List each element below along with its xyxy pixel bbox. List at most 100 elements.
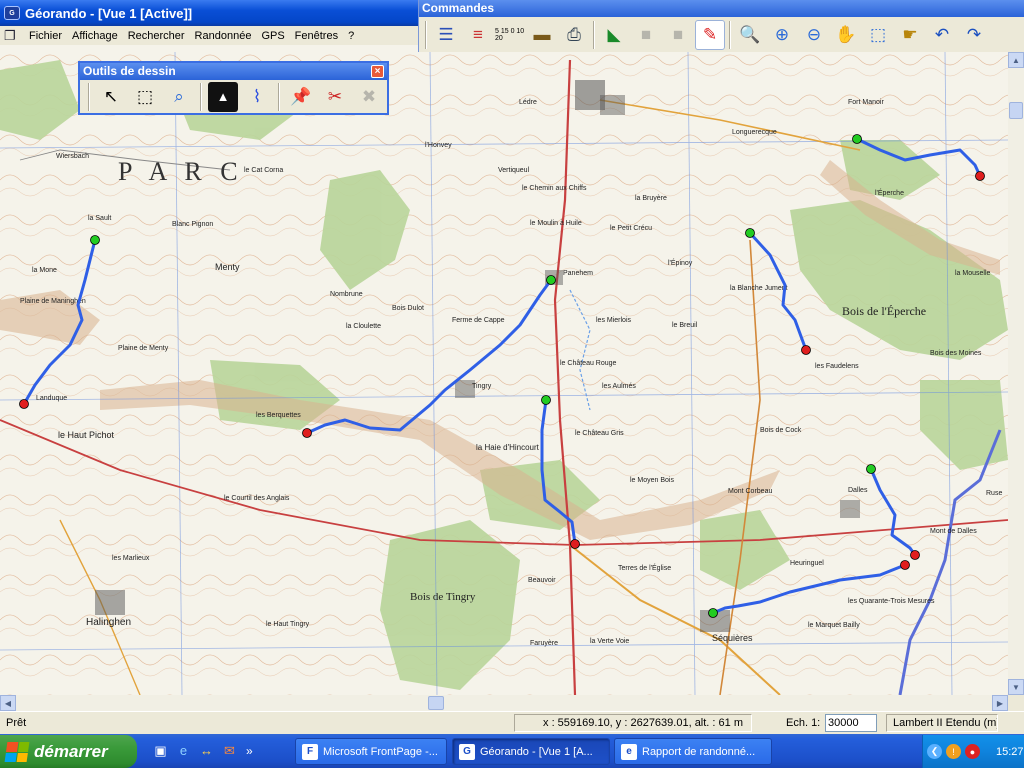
- zoom-window-icon[interactable]: ⬚: [863, 20, 893, 50]
- menu-help[interactable]: ?: [343, 30, 359, 42]
- horizontal-scrollbar[interactable]: ◀ ▶: [0, 695, 1008, 711]
- scroll-up-icon[interactable]: ▲: [1008, 52, 1024, 68]
- task-frontpage[interactable]: F Microsoft FrontPage -...: [295, 738, 447, 765]
- waypoint-end-6: [910, 550, 920, 560]
- label-petit-crecu: le Petit Crécu: [610, 225, 652, 232]
- label-wiersbach: Wiersbach: [56, 153, 89, 160]
- vertical-scroll-thumb[interactable]: [1009, 102, 1023, 119]
- scroll-left-icon[interactable]: ◀: [0, 695, 16, 711]
- grab-hand-icon[interactable]: ☛: [895, 20, 925, 50]
- label-moyen-bois: le Moyen Bois: [630, 477, 674, 484]
- georando-app-icon: G: [4, 6, 20, 20]
- zoom-in-icon[interactable]: ⊕: [767, 20, 797, 50]
- cut-icon[interactable]: ✂: [320, 82, 350, 112]
- map-sheet-2-icon: ■: [672, 25, 684, 44]
- label-vertiqueul: Vertiqueul: [498, 167, 530, 174]
- menu-bar: ❐ Fichier Affichage Rechercher Randonnée…: [0, 26, 418, 45]
- export-map-icon[interactable]: ◣: [599, 20, 629, 50]
- label-le-haut-pichot: le Haut Pichot: [58, 430, 115, 440]
- commandes-titlebar[interactable]: Commandes: [419, 0, 1024, 17]
- scale-input[interactable]: [825, 714, 877, 732]
- start-button[interactable]: démarrer: [0, 735, 137, 768]
- horizontal-scroll-thumb[interactable]: [428, 696, 444, 710]
- label-ruse: Ruse: [986, 490, 1002, 497]
- task-label: Rapport de randonné...: [642, 745, 756, 758]
- waypoint-end-3: [570, 539, 580, 549]
- close-icon[interactable]: ×: [371, 65, 384, 78]
- tray-antivirus-icon[interactable]: ●: [965, 744, 980, 759]
- label-le-haut-tingry: le Haut Tingry: [266, 621, 310, 628]
- taskbar: démarrer ▣ e ↔ ✉ » F Microsoft FrontPage…: [0, 734, 1024, 768]
- label-fort-manoir: Fort Manoir: [848, 99, 884, 106]
- pencil-draw-icon[interactable]: ✎: [695, 19, 725, 50]
- label-parc: P A R C: [118, 157, 244, 186]
- waypoint-start-2: [546, 275, 556, 285]
- scroll-right-icon[interactable]: ▶: [992, 695, 1008, 711]
- menu-fichier[interactable]: Fichier: [24, 30, 67, 42]
- scroll-down-icon[interactable]: ▼: [1008, 679, 1024, 695]
- undo-icon[interactable]: ↶: [927, 20, 957, 50]
- georando-icon: G: [459, 743, 475, 760]
- label-dalles: Dalles: [848, 487, 868, 494]
- menu-affichage[interactable]: Affichage: [67, 30, 123, 42]
- waypoint-start-3: [541, 395, 551, 405]
- route-draw-icon[interactable]: ⌇: [242, 82, 272, 112]
- layers-icon[interactable]: ☰: [431, 20, 461, 50]
- label-menty: Menty: [215, 262, 240, 272]
- menu-gps[interactable]: GPS: [256, 30, 289, 42]
- waypoint-end-7: [900, 560, 910, 570]
- drawing-tools-titlebar[interactable]: Outils de dessin ×: [80, 63, 387, 80]
- scale-icon[interactable]: 5 15 0 10 20: [495, 20, 525, 50]
- chevron-more-icon[interactable]: »: [246, 744, 253, 758]
- legend-icon[interactable]: ≡: [463, 20, 493, 50]
- label-bois-dulot: Bois Dulot: [392, 305, 424, 312]
- select-area-icon[interactable]: ⬚: [130, 82, 160, 112]
- toolbar-separator: [593, 20, 595, 49]
- system-tray: ❮ ! ● 15:27: [922, 735, 1024, 768]
- menu-fenetres[interactable]: Fenêtres: [290, 30, 343, 42]
- profile-icon[interactable]: ▲: [208, 81, 238, 112]
- menu-randonnee[interactable]: Randonnée: [190, 30, 257, 42]
- label-longuerecque: Longuerecque: [732, 129, 777, 136]
- pushpin-icon[interactable]: 📌: [286, 82, 316, 112]
- tray-security-icon[interactable]: !: [946, 744, 961, 759]
- label-terres-eglise: Terres de l'Église: [618, 563, 671, 572]
- document-icon[interactable]: ❐: [4, 28, 22, 43]
- label-moulin-a-huile: le Moulin à Huile: [530, 220, 582, 227]
- select-arrow-icon[interactable]: ↖: [96, 82, 126, 112]
- waypoint-start-7: [708, 608, 718, 618]
- zoom-out-icon[interactable]: ⊖: [799, 20, 829, 50]
- drawing-tools-window: Outils de dessin × ↖ ⬚ ⌕ ▲ ⌇ 📌 ✂ ✖: [78, 61, 389, 115]
- pan-hand-icon[interactable]: ✋: [831, 20, 861, 50]
- label-les-faudelens: les Faudelens: [815, 363, 859, 370]
- tray-expand-icon[interactable]: ❮: [927, 744, 942, 759]
- main-window-titlebar[interactable]: G Géorando - [Vue 1 [Active]]: [0, 0, 418, 26]
- label-la-mone: la Mone: [32, 267, 57, 274]
- select-zoom-icon[interactable]: ⌕: [164, 82, 194, 112]
- show-desktop-icon[interactable]: ▣: [152, 742, 169, 759]
- redo-icon[interactable]: ↷: [959, 20, 989, 50]
- label-la-sault: la Sault: [88, 215, 111, 222]
- label-le-breuil: le Breuil: [672, 322, 698, 329]
- label-chateau-gris: le Château Gris: [575, 430, 624, 437]
- mail-icon[interactable]: ✉: [221, 742, 238, 759]
- menu-rechercher[interactable]: Rechercher: [123, 30, 190, 42]
- quick-launch: ▣ e ↔ ✉ »: [152, 742, 253, 759]
- internet-explorer-icon[interactable]: e: [175, 742, 192, 759]
- label-les-mierlois: les Mierlois: [596, 317, 632, 324]
- task-label: Géorando - [Vue 1 [A...: [480, 745, 593, 758]
- label-ledre: Lédre: [519, 99, 537, 106]
- toolbar-separator: [278, 82, 280, 111]
- zoom-icon[interactable]: 🔍: [735, 20, 765, 50]
- label-la-mouselle: la Mouselle: [955, 270, 991, 277]
- vertical-scrollbar[interactable]: ▲ ▼: [1008, 52, 1024, 695]
- label-blanche-jument: la Blanche Jument: [730, 285, 788, 292]
- network-icon[interactable]: ↔: [198, 742, 215, 759]
- waypoint-end-5: [975, 171, 985, 181]
- task-rapport[interactable]: e Rapport de randonné...: [614, 738, 772, 765]
- task-georando[interactable]: G Géorando - [Vue 1 [A...: [452, 738, 610, 765]
- label-lepinoy: l'Épinoy: [668, 258, 693, 267]
- ruler-icon[interactable]: ▬: [527, 20, 557, 50]
- print-icon[interactable]: ⎙: [559, 20, 589, 50]
- status-ready-text: Prêt: [6, 717, 27, 729]
